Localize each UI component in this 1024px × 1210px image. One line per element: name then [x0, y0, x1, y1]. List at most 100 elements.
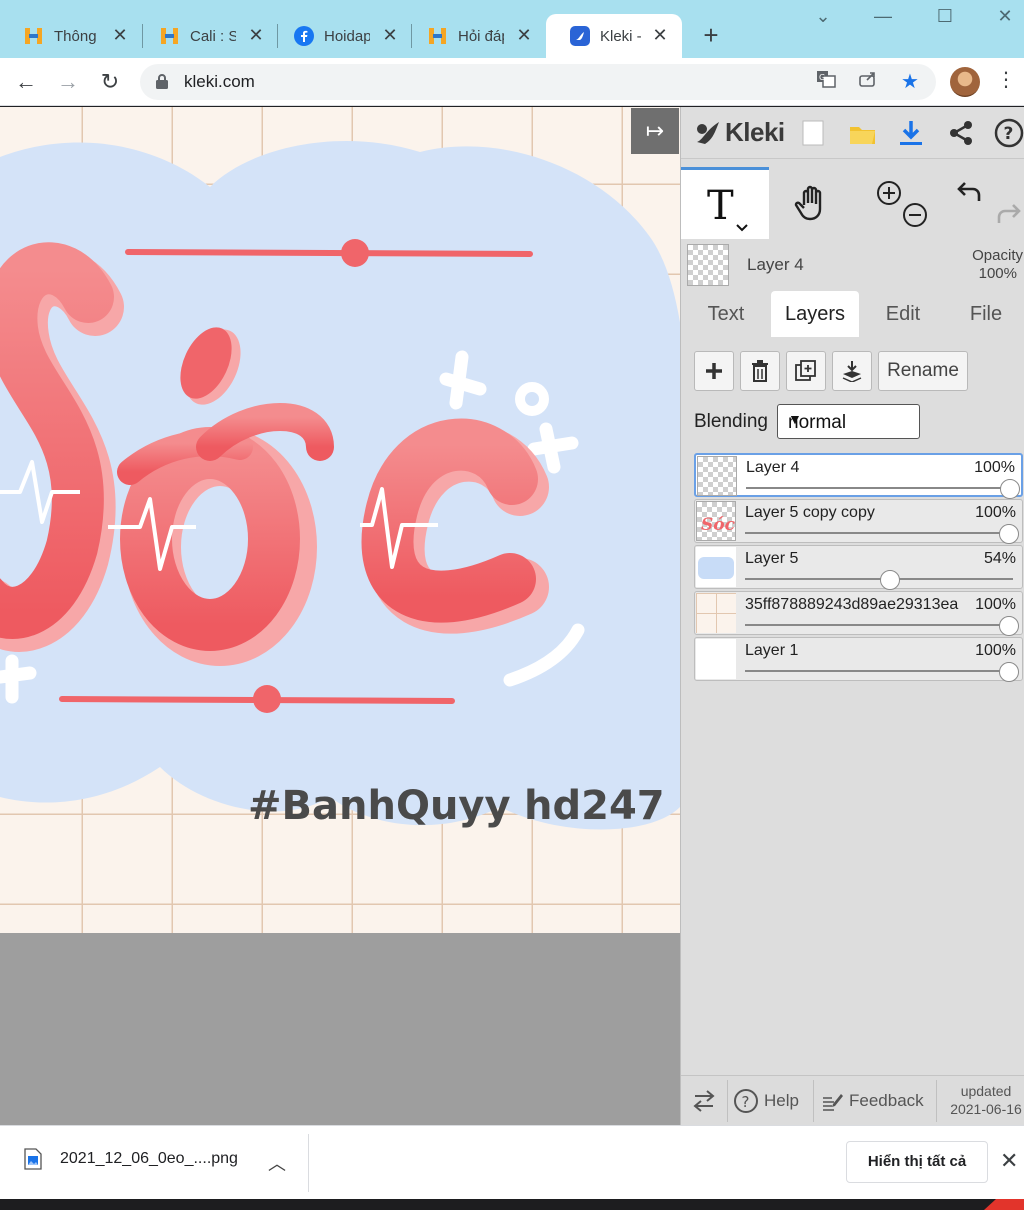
hand-icon	[794, 185, 822, 221]
layer-item[interactable]: 35ff878889243d89ae29313ea 100%	[694, 591, 1023, 636]
trash-icon	[752, 360, 768, 382]
tab-text[interactable]: Text	[685, 291, 767, 337]
undo-redo-button[interactable]	[947, 167, 1024, 239]
help-button[interactable]: ? Help	[733, 1076, 799, 1125]
layer-opacity-knob[interactable]	[999, 524, 1019, 544]
layer-opacity-slider[interactable]	[745, 624, 1013, 626]
plus-icon	[706, 363, 722, 379]
profile-avatar[interactable]	[950, 67, 980, 97]
translate-icon[interactable]: G	[814, 70, 838, 94]
layer-opacity-slider[interactable]	[745, 532, 1013, 534]
close-icon[interactable]: ✕	[650, 25, 670, 46]
tab-file[interactable]: File	[947, 291, 1024, 337]
minimize-button[interactable]: —	[868, 6, 898, 27]
tab-search-icon[interactable]: ⌄	[808, 6, 838, 27]
layer-opacity-knob[interactable]	[1000, 479, 1020, 499]
layer-name: Layer 5 copy copy	[745, 504, 875, 521]
menu-icon[interactable]: ⋮	[996, 68, 1016, 92]
browser-tab-4[interactable]: Hỏi đáp ✕	[404, 14, 546, 58]
delete-layer-button[interactable]	[740, 351, 780, 391]
share-icon[interactable]	[856, 70, 880, 94]
hand-tool-button[interactable]	[771, 167, 857, 239]
show-all-downloads-button[interactable]: Hiển thị tất cả	[846, 1141, 988, 1183]
layer-opacity: 100%	[975, 504, 1016, 521]
image-file-icon	[24, 1148, 42, 1170]
open-folder-icon[interactable]	[847, 117, 879, 149]
browser-tab-3[interactable]: Hoidap ✕	[270, 14, 412, 58]
collapse-panel-button[interactable]: ↦	[631, 108, 679, 154]
duplicate-layer-button[interactable]	[786, 351, 826, 391]
download-item[interactable]: 2021_12_06_0eo_....png	[24, 1148, 238, 1170]
blending-label: Blending	[694, 411, 768, 432]
close-icon[interactable]: ✕	[110, 25, 130, 46]
close-download-bar-icon[interactable]: ✕	[1000, 1148, 1018, 1174]
rename-layer-button[interactable]: Rename	[878, 351, 968, 391]
layer-name: 35ff878889243d89ae29313ea	[745, 596, 959, 613]
text-tool-icon: T	[707, 183, 748, 231]
layer-opacity-knob[interactable]	[999, 616, 1019, 636]
layer-opacity-knob[interactable]	[879, 570, 900, 590]
undo-redo-icon	[957, 182, 1021, 223]
kleki-logo[interactable]: Kleki	[693, 117, 785, 148]
feedback-button[interactable]: Feedback	[821, 1076, 924, 1125]
chevron-up-icon[interactable]: ︿	[268, 1150, 286, 1176]
kleki-side-panel: Kleki ? T Layer 4 Opacity 100% Text Laye…	[680, 107, 1024, 1125]
add-layer-button[interactable]	[694, 351, 734, 391]
merge-layer-button[interactable]	[832, 351, 872, 391]
hoidap-icon	[160, 26, 180, 46]
version-info: updated 2021-06-16	[945, 1082, 1024, 1118]
tab-title: Hỏi đáp	[458, 27, 504, 45]
back-icon[interactable]: ←	[10, 66, 42, 98]
tab-title: Hoidap	[324, 27, 370, 45]
close-icon[interactable]: ✕	[246, 25, 266, 46]
close-window-button[interactable]: ✕	[990, 6, 1020, 27]
layer-item[interactable]: Sóc Layer 5 copy copy 100%	[694, 499, 1023, 544]
layer-name: Layer 5	[745, 550, 799, 567]
forward-icon[interactable]: →	[52, 66, 84, 98]
updated-label: updated	[960, 1083, 1012, 1099]
layer-item[interactable]: Layer 4 100%	[694, 453, 1023, 499]
browser-tab-1[interactable]: Thông ✕	[0, 14, 142, 58]
swap-sides-icon[interactable]	[691, 1076, 717, 1125]
close-icon[interactable]: ✕	[514, 25, 534, 46]
layer-opacity: 54%	[983, 550, 1016, 567]
artwork-canvas[interactable]: #BanhQuyy hd247	[0, 107, 680, 933]
address-bar[interactable]: kleki.com G ★	[140, 64, 936, 100]
help-icon[interactable]: ?	[993, 117, 1024, 149]
logo-text: Kleki	[725, 117, 785, 147]
facebook-icon	[294, 26, 314, 46]
opacity-value: 100%	[978, 265, 1017, 282]
canvas-area[interactable]: #BanhQuyy hd247 ↦	[0, 107, 680, 1125]
decor-line-top	[125, 249, 533, 257]
taskbar	[0, 1199, 1024, 1210]
maximize-button[interactable]: ☐	[930, 6, 960, 27]
tab-edit[interactable]: Edit	[863, 291, 943, 337]
tab-layers[interactable]: Layers	[771, 291, 859, 337]
close-icon[interactable]: ✕	[380, 25, 400, 46]
share-icon[interactable]	[945, 117, 977, 149]
panel-footer: ? Help Feedback updated 2021-06-16	[681, 1075, 1024, 1125]
text-tool-button[interactable]: T	[681, 167, 769, 239]
panel-top-bar: Kleki ?	[681, 107, 1024, 159]
new-image-icon[interactable]	[797, 117, 829, 149]
zoom-in-out-icon	[877, 181, 927, 227]
download-icon[interactable]	[895, 117, 927, 149]
layer-item[interactable]: Layer 5 54%	[694, 545, 1023, 590]
lock-icon[interactable]	[156, 74, 168, 94]
new-tab-button[interactable]: +	[696, 20, 726, 50]
svg-text:T: T	[707, 183, 734, 229]
browser-tab-2[interactable]: Cali : S ✕	[136, 14, 278, 58]
help-label: Help	[764, 1091, 799, 1110]
reload-icon[interactable]: ↻	[94, 66, 126, 98]
layer-opacity: 100%	[975, 642, 1016, 659]
blending-select[interactable]: normal ▼	[777, 404, 920, 439]
artwork-tag: hd247	[524, 783, 665, 829]
layer-opacity-slider[interactable]	[745, 670, 1013, 672]
layer-opacity-slider[interactable]	[746, 487, 1014, 489]
layer-opacity-knob[interactable]	[999, 662, 1019, 682]
layer-opacity: 100%	[974, 459, 1015, 476]
layer-item[interactable]: Layer 1 100%	[694, 637, 1023, 682]
zoom-tool-button[interactable]	[859, 167, 945, 239]
bookmark-star-icon[interactable]: ★	[898, 70, 922, 94]
browser-tab-kleki[interactable]: Kleki - ✕	[546, 14, 682, 58]
